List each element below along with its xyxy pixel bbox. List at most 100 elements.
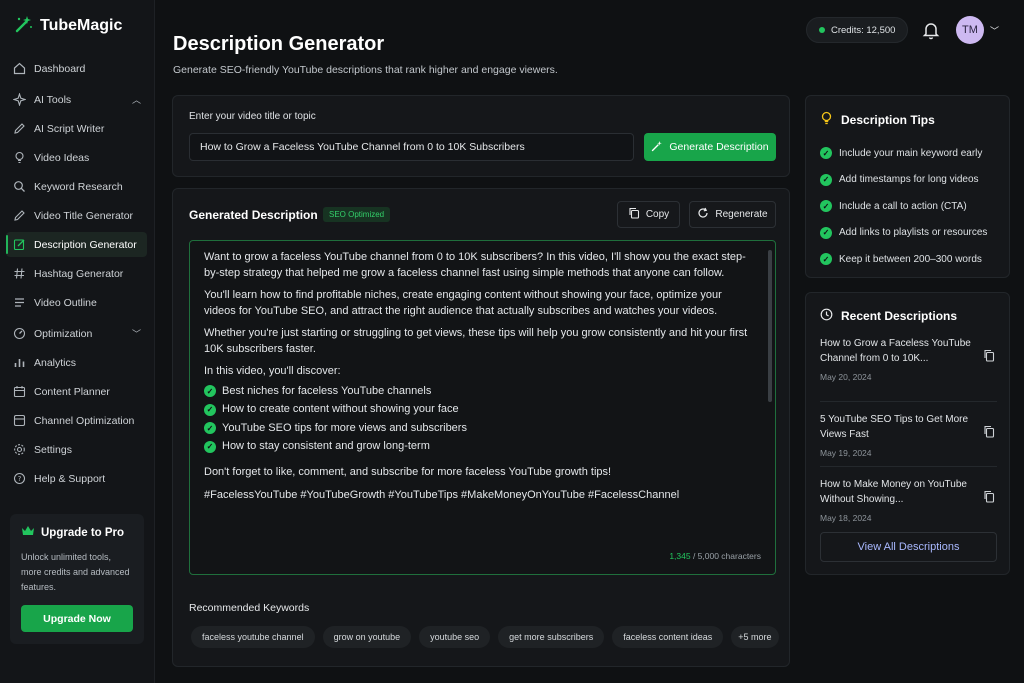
credits-dot bbox=[819, 27, 825, 33]
upgrade-title: Upgrade to Pro bbox=[21, 525, 133, 540]
recent-item-date: May 20, 2024 bbox=[820, 372, 872, 382]
check-icon: ✓ bbox=[820, 147, 832, 160]
page-title: Description Generator bbox=[173, 33, 385, 55]
description-paragraph: Whether you're just starting or struggli… bbox=[204, 327, 748, 355]
sidebar-item-label: Settings bbox=[34, 443, 72, 456]
sidebar-item-label: Video Ideas bbox=[34, 151, 90, 164]
tips-list: ✓ Include your main keyword early ✓ Add ti… bbox=[820, 140, 987, 273]
calendar-icon bbox=[13, 385, 26, 398]
recent-list: How to Grow a Faceless YouTube Channel f… bbox=[820, 336, 997, 533]
description-tips-title: Description Tips bbox=[820, 111, 935, 128]
check-icon: ✓ bbox=[204, 422, 216, 435]
check-icon: ✓ bbox=[204, 385, 216, 398]
sidebar-item-label: Keyword Research bbox=[34, 180, 123, 193]
refresh-icon bbox=[697, 207, 709, 222]
sidebar-item-keyword-research[interactable]: Keyword Research bbox=[6, 174, 147, 199]
avatar[interactable]: TM bbox=[956, 16, 984, 44]
generate-description-button[interactable]: Generate Description bbox=[644, 133, 776, 161]
keyword-chips: faceless youtube channel grow on youtube… bbox=[191, 626, 779, 648]
sidebar-item-label: Video Outline bbox=[34, 296, 97, 309]
recent-item[interactable]: How to Make Money on YouTube Without Sho… bbox=[820, 467, 997, 533]
keyword-chip[interactable]: faceless content ideas bbox=[612, 626, 724, 648]
bulb-icon bbox=[820, 111, 833, 128]
copy-icon[interactable] bbox=[983, 349, 995, 365]
tip-item: ✓ Add links to playlists or resources bbox=[820, 220, 987, 247]
sidebar-item-ai-tools[interactable]: AI Tools ︿ bbox=[6, 87, 147, 112]
search-icon bbox=[13, 180, 26, 193]
keyword-chip[interactable]: grow on youtube bbox=[322, 626, 412, 648]
recent-descriptions-title: Recent Descriptions bbox=[820, 308, 957, 324]
copy-icon[interactable] bbox=[983, 425, 995, 441]
upgrade-now-button[interactable]: Upgrade Now bbox=[21, 605, 133, 632]
tip-item: ✓ Include a call to action (CTA) bbox=[820, 193, 987, 220]
description-paragraph: Want to grow a faceless YouTube channel … bbox=[204, 251, 746, 279]
recent-item-title: How to Grow a Faceless YouTube Channel f… bbox=[820, 338, 971, 364]
sidebar-item-description-generator[interactable]: Description Generator bbox=[6, 232, 147, 257]
chevron-down-icon: ﹀ bbox=[131, 329, 141, 339]
page-subtitle: Generate SEO-friendly YouTube descriptio… bbox=[173, 64, 558, 76]
sidebar-item-channel-optimization[interactable]: Channel Optimization bbox=[6, 408, 147, 433]
sidebar-item-label: AI Tools bbox=[34, 93, 72, 106]
check-icon: ✓ bbox=[820, 173, 832, 186]
bell-icon[interactable] bbox=[921, 20, 941, 40]
sidebar-item-video-ideas[interactable]: Video Ideas bbox=[6, 145, 147, 170]
scrollbar[interactable] bbox=[768, 250, 772, 402]
sidebar-item-help-support[interactable]: ? Help & Support bbox=[6, 466, 147, 491]
credits-text: Credits: 12,500 bbox=[831, 24, 896, 36]
sidebar-item-video-outline[interactable]: Video Outline bbox=[6, 290, 147, 315]
topic-input-card: Enter your video title or topic How to G… bbox=[172, 95, 790, 177]
keyword-chip[interactable]: youtube seo bbox=[419, 626, 491, 648]
hash-icon bbox=[13, 267, 26, 280]
sidebar-item-label: Dashboard bbox=[34, 62, 86, 75]
clock-icon bbox=[820, 308, 833, 324]
discover-heading: In this video, you'll discover: bbox=[204, 365, 341, 377]
upgrade-description: Unlock unlimited tools, more credits and… bbox=[21, 552, 130, 592]
copy-button[interactable]: Copy bbox=[617, 201, 680, 228]
keyword-chip[interactable]: get more subscribers bbox=[498, 626, 605, 648]
seo-badge: SEO Optimized bbox=[323, 207, 391, 222]
sidebar-nav: Dashboard AI Tools ︿ AI Script Writer Vi… bbox=[6, 56, 147, 495]
regenerate-button[interactable]: Regenerate bbox=[689, 201, 776, 228]
recommended-keywords-title: Recommended Keywords bbox=[189, 602, 310, 614]
chevron-down-icon[interactable]: ﹀ bbox=[990, 24, 999, 37]
home-icon bbox=[13, 62, 26, 75]
sidebar-item-dashboard[interactable]: Dashboard bbox=[6, 56, 147, 81]
credits-badge[interactable]: Credits: 12,500 bbox=[806, 17, 909, 43]
description-paragraph: You'll learn how to find profitable nich… bbox=[204, 289, 722, 317]
description-textarea[interactable]: Want to grow a faceless YouTube channel … bbox=[189, 240, 776, 575]
bullet-item: ✓ YouTube SEO tips for more views and sub… bbox=[204, 419, 751, 438]
upgrade-card: Upgrade to Pro Unlock unlimited tools, m… bbox=[10, 514, 144, 644]
keyword-chip[interactable]: faceless youtube channel bbox=[191, 626, 315, 648]
sidebar-item-label: Hashtag Generator bbox=[34, 267, 124, 280]
sidebar-item-content-planner[interactable]: Content Planner bbox=[6, 379, 147, 404]
sidebar-item-label: Description Generator bbox=[34, 238, 137, 251]
generated-description-title: Generated Description bbox=[189, 208, 318, 222]
gear-icon bbox=[13, 443, 26, 456]
topic-input[interactable]: How to Grow a Faceless YouTube Channel f… bbox=[189, 133, 634, 161]
sidebar-item-optimization[interactable]: Optimization ﹀ bbox=[6, 321, 147, 346]
sidebar-item-video-title-generator[interactable]: Video Title Generator bbox=[6, 203, 147, 228]
sidebar-item-ai-script-writer[interactable]: AI Script Writer bbox=[6, 116, 147, 141]
help-icon: ? bbox=[13, 472, 26, 485]
tip-item: ✓ Keep it between 200–300 words bbox=[820, 246, 987, 273]
check-icon: ✓ bbox=[204, 440, 216, 453]
logo[interactable]: TubeMagic bbox=[14, 14, 122, 37]
check-icon: ✓ bbox=[820, 200, 832, 213]
recent-item[interactable]: 5 YouTube SEO Tips to Get More Views Fas… bbox=[820, 402, 997, 467]
sidebar-item-analytics[interactable]: Analytics bbox=[6, 350, 147, 375]
cta-text: Don't forget to like, comment, and subsc… bbox=[204, 466, 612, 478]
sidebar-item-label: Video Title Generator bbox=[34, 209, 134, 222]
sidebar-item-label: Optimization bbox=[34, 327, 93, 340]
hashtags-text: #FacelessYouTube #YouTubeGrowth #YouTube… bbox=[204, 488, 680, 501]
recent-item-date: May 18, 2024 bbox=[820, 513, 872, 523]
sidebar-item-settings[interactable]: Settings bbox=[6, 437, 147, 462]
edit-icon bbox=[13, 238, 26, 251]
sidebar-item-hashtag-generator[interactable]: Hashtag Generator bbox=[6, 261, 147, 286]
tip-item: ✓ Add timestamps for long videos bbox=[820, 167, 987, 194]
recent-item[interactable]: How to Grow a Faceless YouTube Channel f… bbox=[820, 336, 997, 402]
more-keywords-chip[interactable]: +5 more bbox=[731, 626, 779, 648]
copy-icon[interactable] bbox=[983, 490, 995, 506]
sidebar-item-label: Help & Support bbox=[34, 472, 106, 485]
view-all-descriptions-button[interactable]: View All Descriptions bbox=[820, 532, 997, 562]
crown-icon bbox=[21, 525, 35, 540]
